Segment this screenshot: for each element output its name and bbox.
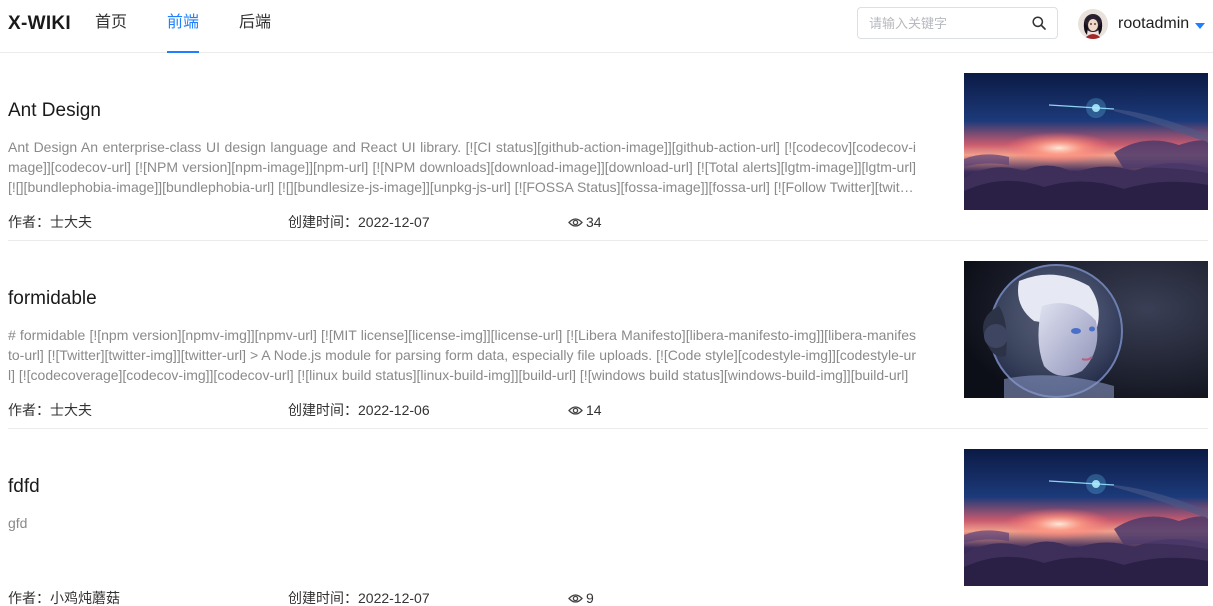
search-input[interactable] bbox=[858, 8, 1023, 38]
article-thumbnail[interactable] bbox=[964, 73, 1208, 210]
avatar[interactable] bbox=[1078, 9, 1108, 39]
main-nav: 首页 前端 后端 bbox=[95, 0, 311, 53]
chevron-down-icon[interactable] bbox=[1195, 22, 1206, 29]
article-created-date: 创建时间：2022-12-07 bbox=[288, 590, 430, 606]
article-author: 作者：小鸡炖蘑菇 bbox=[8, 590, 120, 606]
nav-item-backend[interactable]: 后端 bbox=[239, 0, 271, 53]
view-count: 9 bbox=[586, 590, 594, 606]
article-summary: gfd bbox=[8, 515, 28, 531]
eye-icon bbox=[568, 593, 583, 603]
article-author: 作者：士大夫 bbox=[8, 402, 92, 418]
nav-item-frontend[interactable]: 前端 bbox=[167, 0, 200, 53]
article-views: 14 bbox=[568, 401, 602, 419]
article-views: 9 bbox=[568, 589, 594, 606]
article-title[interactable]: fdfd bbox=[8, 476, 40, 498]
article-item: formidable # formidable [![npm version][… bbox=[8, 241, 1208, 429]
search-box bbox=[857, 7, 1058, 39]
article-thumbnail[interactable] bbox=[964, 261, 1208, 398]
top-header: X-WIKI 首页 前端 后端 rootadmin bbox=[0, 0, 1213, 53]
article-summary: Ant Design An enterprise-class UI design… bbox=[8, 139, 916, 195]
article-views: 34 bbox=[568, 213, 602, 231]
article-title[interactable]: Ant Design bbox=[8, 100, 101, 122]
article-created-date: 创建时间：2022-12-06 bbox=[288, 402, 430, 418]
article-title[interactable]: formidable bbox=[8, 288, 97, 310]
username[interactable]: rootadmin bbox=[1118, 15, 1189, 33]
search-icon[interactable] bbox=[1031, 15, 1047, 31]
eye-icon bbox=[568, 405, 583, 415]
nav-item-home[interactable]: 首页 bbox=[95, 0, 127, 53]
article-author: 作者：士大夫 bbox=[8, 214, 92, 230]
site-logo[interactable]: X-WIKI bbox=[8, 13, 71, 35]
user-menu[interactable]: rootadmin bbox=[1078, 8, 1206, 40]
article-item: Ant Design Ant Design An enterprise-clas… bbox=[8, 53, 1208, 241]
article-thumbnail[interactable] bbox=[964, 449, 1208, 586]
eye-icon bbox=[568, 217, 583, 227]
view-count: 14 bbox=[586, 402, 602, 418]
article-item: fdfd gfd 作者：小鸡炖蘑菇 创建时间：2022-12-07 9 bbox=[8, 429, 1208, 606]
article-created-date: 创建时间：2022-12-07 bbox=[288, 214, 430, 230]
article-summary: # formidable [![npm version][npmv-img]][… bbox=[8, 327, 916, 383]
view-count: 34 bbox=[586, 214, 602, 230]
